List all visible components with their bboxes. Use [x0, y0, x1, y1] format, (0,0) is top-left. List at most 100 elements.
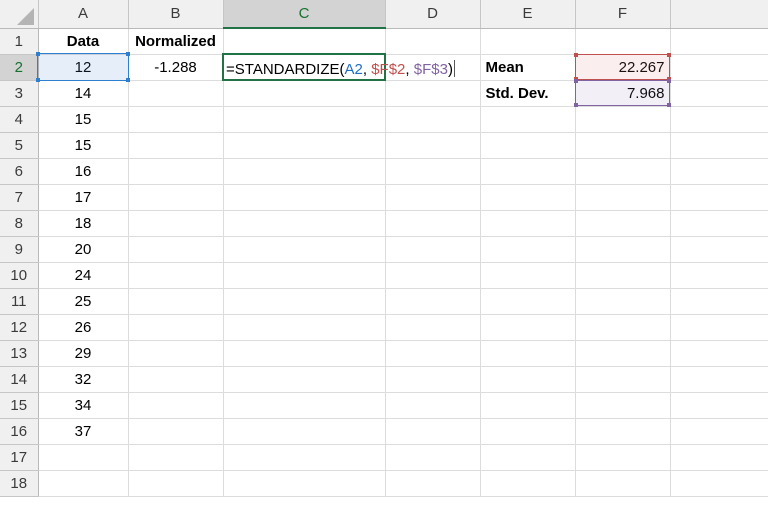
- column-header-e[interactable]: E: [480, 0, 576, 29]
- cell-g9[interactable]: [670, 236, 768, 263]
- cell-f16[interactable]: [575, 418, 671, 445]
- cell-g3[interactable]: [670, 80, 768, 107]
- cell-e7[interactable]: [480, 184, 576, 211]
- select-all-corner[interactable]: [0, 0, 39, 29]
- cell-d6[interactable]: [385, 158, 481, 185]
- cell-b11[interactable]: [128, 288, 224, 315]
- row-header-13[interactable]: 13: [0, 340, 39, 367]
- cell-d13[interactable]: [385, 340, 481, 367]
- cell-a3[interactable]: 14: [38, 80, 129, 107]
- cell-e10[interactable]: [480, 262, 576, 289]
- cell-b2[interactable]: -1.288: [128, 54, 224, 81]
- cell-c6[interactable]: [223, 158, 386, 185]
- cell-g18[interactable]: [670, 470, 768, 497]
- row-header-3[interactable]: 3: [0, 80, 39, 107]
- cell-b13[interactable]: [128, 340, 224, 367]
- cell-g5[interactable]: [670, 132, 768, 159]
- row-header-8[interactable]: 8: [0, 210, 39, 237]
- cell-g13[interactable]: [670, 340, 768, 367]
- cell-e1[interactable]: [480, 28, 576, 55]
- row-header-7[interactable]: 7: [0, 184, 39, 211]
- row-header-11[interactable]: 11: [0, 288, 39, 315]
- cell-b5[interactable]: [128, 132, 224, 159]
- row-header-18[interactable]: 18: [0, 470, 39, 497]
- cell-c5[interactable]: [223, 132, 386, 159]
- cell-c9[interactable]: [223, 236, 386, 263]
- cell-g7[interactable]: [670, 184, 768, 211]
- row-header-17[interactable]: 17: [0, 444, 39, 471]
- cell-a5[interactable]: 15: [38, 132, 129, 159]
- row-header-16[interactable]: 16: [0, 418, 39, 445]
- cell-f13[interactable]: [575, 340, 671, 367]
- cell-c18[interactable]: [223, 470, 386, 497]
- cell-g4[interactable]: [670, 106, 768, 133]
- column-header-c[interactable]: C: [223, 0, 386, 29]
- cell-e2[interactable]: Mean: [480, 54, 576, 81]
- cell-b1[interactable]: Normalized: [128, 28, 224, 55]
- column-header-d[interactable]: D: [385, 0, 481, 29]
- cell-f3[interactable]: 7.968: [575, 80, 671, 107]
- cell-c7[interactable]: [223, 184, 386, 211]
- cell-a1[interactable]: Data: [38, 28, 129, 55]
- cell-d16[interactable]: [385, 418, 481, 445]
- cell-c16[interactable]: [223, 418, 386, 445]
- cell-d10[interactable]: [385, 262, 481, 289]
- cell-f12[interactable]: [575, 314, 671, 341]
- cell-d15[interactable]: [385, 392, 481, 419]
- cell-e9[interactable]: [480, 236, 576, 263]
- column-header-b[interactable]: B: [128, 0, 224, 29]
- cell-a13[interactable]: 29: [38, 340, 129, 367]
- cell-e14[interactable]: [480, 366, 576, 393]
- cell-f17[interactable]: [575, 444, 671, 471]
- cell-b10[interactable]: [128, 262, 224, 289]
- row-header-6[interactable]: 6: [0, 158, 39, 185]
- cell-c15[interactable]: [223, 392, 386, 419]
- cell-f6[interactable]: [575, 158, 671, 185]
- row-header-4[interactable]: 4: [0, 106, 39, 133]
- cell-c2[interactable]: [223, 54, 386, 81]
- cell-g2[interactable]: [670, 54, 768, 81]
- cell-a17[interactable]: [38, 444, 129, 471]
- cell-c13[interactable]: [223, 340, 386, 367]
- cell-c1[interactable]: [223, 28, 386, 55]
- cell-f4[interactable]: [575, 106, 671, 133]
- row-header-14[interactable]: 14: [0, 366, 39, 393]
- cell-e6[interactable]: [480, 158, 576, 185]
- row-header-15[interactable]: 15: [0, 392, 39, 419]
- row-header-5[interactable]: 5: [0, 132, 39, 159]
- cell-c14[interactable]: [223, 366, 386, 393]
- cell-b16[interactable]: [128, 418, 224, 445]
- cell-f2[interactable]: 22.267: [575, 54, 671, 81]
- cell-a10[interactable]: 24: [38, 262, 129, 289]
- cell-b4[interactable]: [128, 106, 224, 133]
- cell-e17[interactable]: [480, 444, 576, 471]
- row-header-1[interactable]: 1: [0, 28, 39, 55]
- cell-f11[interactable]: [575, 288, 671, 315]
- cell-d12[interactable]: [385, 314, 481, 341]
- cell-d1[interactable]: [385, 28, 481, 55]
- cell-c12[interactable]: [223, 314, 386, 341]
- cell-e15[interactable]: [480, 392, 576, 419]
- cell-c8[interactable]: [223, 210, 386, 237]
- row-header-12[interactable]: 12: [0, 314, 39, 341]
- cell-d3[interactable]: [385, 80, 481, 107]
- cell-a7[interactable]: 17: [38, 184, 129, 211]
- cell-d14[interactable]: [385, 366, 481, 393]
- cell-a8[interactable]: 18: [38, 210, 129, 237]
- column-header-blank[interactable]: [670, 0, 768, 29]
- cell-c4[interactable]: [223, 106, 386, 133]
- row-header-10[interactable]: 10: [0, 262, 39, 289]
- cell-e4[interactable]: [480, 106, 576, 133]
- cell-g14[interactable]: [670, 366, 768, 393]
- cell-a9[interactable]: 20: [38, 236, 129, 263]
- cell-b17[interactable]: [128, 444, 224, 471]
- cell-e13[interactable]: [480, 340, 576, 367]
- cell-c11[interactable]: [223, 288, 386, 315]
- cell-e12[interactable]: [480, 314, 576, 341]
- cell-b8[interactable]: [128, 210, 224, 237]
- cell-f8[interactable]: [575, 210, 671, 237]
- cell-g12[interactable]: [670, 314, 768, 341]
- cell-g16[interactable]: [670, 418, 768, 445]
- cell-b12[interactable]: [128, 314, 224, 341]
- cell-d2[interactable]: [385, 54, 481, 81]
